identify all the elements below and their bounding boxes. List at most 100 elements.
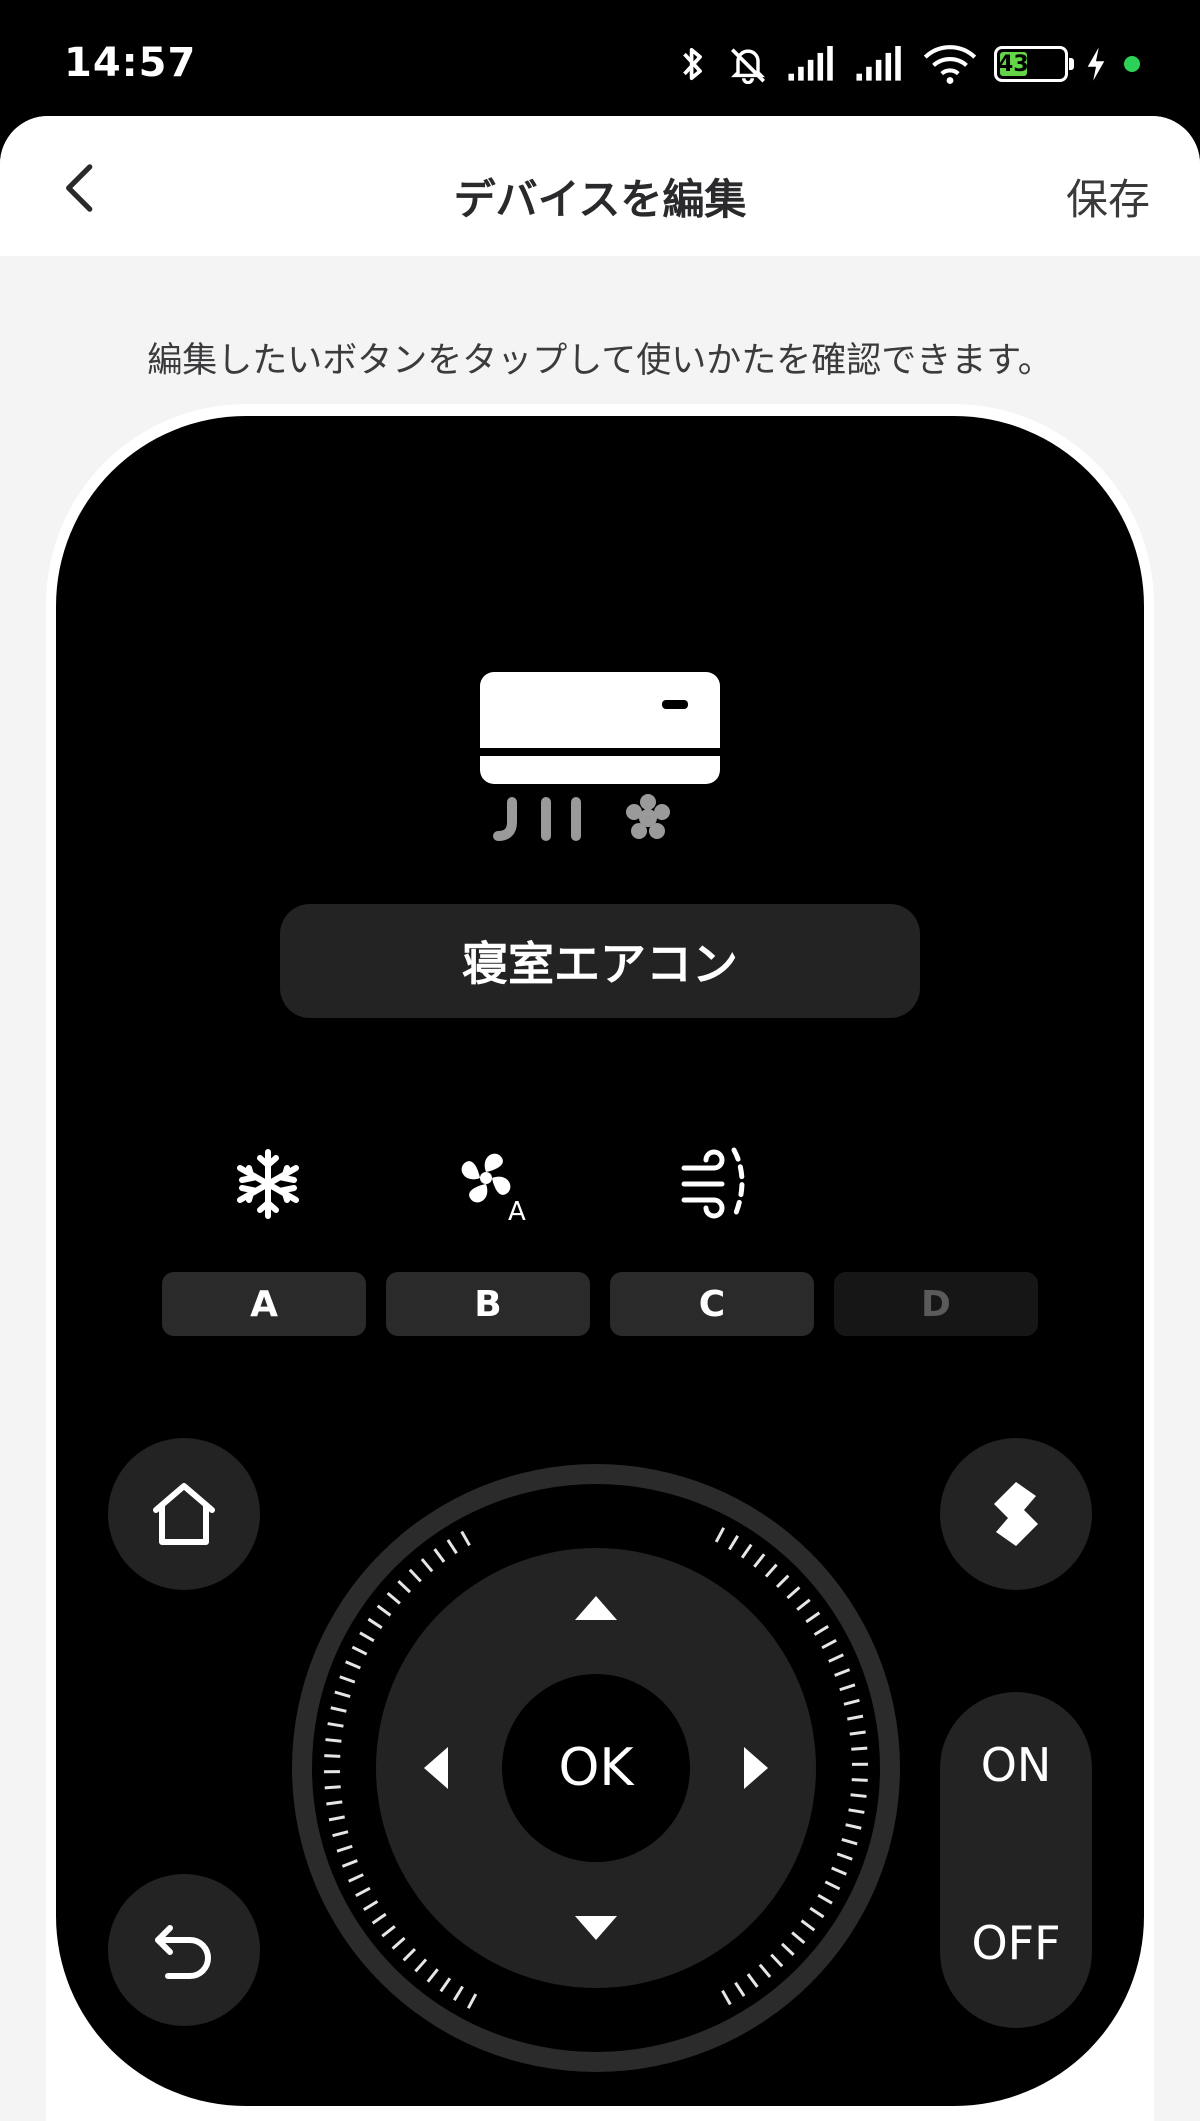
dial-tick: [786, 1586, 801, 1600]
dial-tick: [849, 1730, 866, 1736]
dial-tick: [420, 1558, 434, 1573]
dial-tick: [359, 1631, 375, 1643]
dial-tick: [367, 1617, 383, 1630]
switch-button[interactable]: [940, 1438, 1092, 1590]
dial-tick: [326, 1800, 343, 1806]
status-bar: 14:57 43: [0, 0, 1200, 118]
dial-tick: [839, 1683, 856, 1692]
dial-tick: [386, 1592, 401, 1605]
dial-tick: [828, 1653, 844, 1663]
wind-swing-icon: [676, 1144, 756, 1224]
dial-tick: [324, 1754, 341, 1758]
dial-tick: [439, 1977, 452, 1993]
up-button[interactable]: [556, 1568, 636, 1648]
dial-tick: [847, 1714, 864, 1721]
left-button[interactable]: [396, 1728, 476, 1808]
dial-tick: [805, 1611, 821, 1624]
dial-tick: [339, 1675, 356, 1684]
dial-tick: [740, 1543, 753, 1559]
dial-tick: [851, 1778, 868, 1782]
dial-tick: [728, 1535, 739, 1551]
signal-icon: [788, 46, 833, 81]
page-title: デバイスを編集: [453, 175, 747, 224]
bluetooth-icon: [683, 47, 702, 81]
status-time: 14:57: [64, 40, 197, 86]
key-c-button[interactable]: C: [610, 1272, 814, 1336]
dial-tick: [780, 1942, 795, 1956]
svg-text:A: A: [508, 1197, 526, 1224]
arrow-left-icon: [424, 1747, 448, 1789]
power-pill: ON OFF: [940, 1692, 1092, 2028]
right-button[interactable]: [716, 1728, 796, 1808]
key-b-button[interactable]: B: [386, 1272, 590, 1336]
dial-tick: [363, 1900, 379, 1911]
dial-tick: [414, 1958, 428, 1973]
dial-tick: [446, 1539, 458, 1555]
dial-tick: [848, 1808, 865, 1814]
dial-tick: [796, 1598, 811, 1611]
dial-tick: [408, 1568, 422, 1583]
key-a-button[interactable]: A: [162, 1272, 366, 1336]
return-button[interactable]: [108, 1874, 260, 2026]
key-d-button[interactable]: D: [834, 1272, 1038, 1336]
dial-tick: [753, 1553, 766, 1568]
dial-tick: [391, 1936, 406, 1950]
dial-tick: [466, 1993, 478, 2009]
dial-tick: [327, 1722, 344, 1728]
dial-tick: [836, 1852, 853, 1861]
on-button[interactable]: ON: [940, 1738, 1092, 1792]
top-bar: デバイスを編集 保存: [0, 116, 1200, 256]
fan-auto-icon: A: [452, 1144, 532, 1224]
hint-text: 編集したいボタンをタップして使いかたを確認できます。: [147, 341, 1053, 381]
dial-tick: [433, 1548, 446, 1563]
dial-tick: [843, 1698, 860, 1706]
green-dot-icon: [1124, 56, 1140, 72]
dial-tick: [371, 1912, 387, 1925]
ok-button[interactable]: OK: [502, 1674, 690, 1862]
battery-icon: 43: [994, 46, 1074, 82]
off-button[interactable]: OFF: [940, 1916, 1092, 1970]
dial-tick: [834, 1668, 851, 1677]
home-button[interactable]: [108, 1438, 260, 1590]
dial-tick: [355, 1886, 371, 1898]
dial-tick: [817, 1893, 833, 1905]
dial-tick: [397, 1580, 412, 1594]
down-button[interactable]: [556, 1888, 636, 1968]
air-conditioner-icon: [480, 672, 720, 841]
arrow-up-icon: [575, 1596, 617, 1620]
dial-tick: [376, 1604, 392, 1617]
dial-tick: [851, 1746, 868, 1751]
mute-icon: [730, 48, 766, 84]
dial-tick: [345, 1660, 361, 1670]
dial-tick: [764, 1563, 778, 1578]
dial-tick: [809, 1906, 825, 1919]
snowflake-icon: [228, 1144, 308, 1224]
dial-tick: [850, 1793, 867, 1798]
dial-tick: [746, 1973, 759, 1988]
dial-tick: [460, 1530, 471, 1547]
remote-frame: 寝室エアコン A A B C D OK ON OFF: [46, 404, 1154, 2121]
dial-tick: [791, 1931, 806, 1944]
remote-body: 寝室エアコン A A B C D OK ON OFF: [56, 416, 1144, 2106]
dial-tick: [381, 1925, 396, 1938]
dial-tick: [402, 1947, 417, 1962]
dial-tick: [332, 1830, 349, 1838]
home-icon: [153, 1483, 215, 1545]
dial-tick: [453, 1985, 464, 2001]
dial-tick: [845, 1823, 862, 1830]
switch-icon: [994, 1482, 1038, 1546]
dial-tick: [775, 1574, 790, 1589]
dial-tick: [348, 1873, 364, 1883]
dial-tick: [721, 1989, 732, 2006]
dial-tick: [813, 1625, 829, 1636]
dial-tick: [714, 1527, 726, 1543]
device-name[interactable]: 寝室エアコン: [280, 904, 920, 1018]
save-button[interactable]: 保存: [1066, 166, 1150, 227]
dial-tick: [758, 1963, 772, 1978]
wifi-icon: [923, 45, 977, 84]
dial-tick: [336, 1844, 353, 1853]
arrow-down-icon: [575, 1916, 617, 1940]
dial-tick: [770, 1953, 784, 1968]
dial-tick: [334, 1690, 351, 1699]
dial-tick: [330, 1706, 347, 1713]
